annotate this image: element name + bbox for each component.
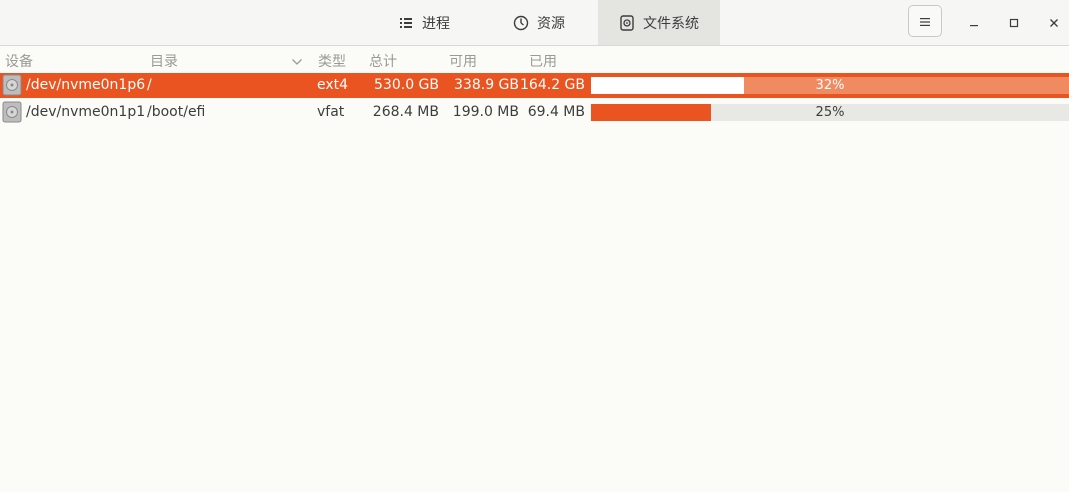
column-header-row: 设备 目录 类型 总计 可用 已用 [0,47,1069,71]
column-header-available[interactable]: 可用 [449,51,477,71]
total-cell: 530.0 GB [374,77,439,93]
tab-processes-label: 进程 [422,15,450,32]
tab-processes[interactable]: 进程 [372,0,476,45]
column-header-type[interactable]: 类型 [318,51,346,71]
column-header-total[interactable]: 总计 [369,51,397,71]
hard-disk-icon [2,74,22,96]
list-icon [398,15,414,31]
usage-percent-label: 32% [815,78,845,93]
directory-cell: / [147,77,152,93]
device-cell: /dev/nvme0n1p6 [26,77,146,93]
available-cell: 338.9 GB [454,77,519,93]
available-cell: 199.0 MB [452,104,519,120]
directory-cell: /boot/efi [147,104,206,120]
usage-bar: 25% [591,104,1069,121]
close-icon [1049,13,1059,32]
type-cell: vfat [317,104,345,120]
device-cell: /dev/nvme0n1p1 [26,104,146,120]
maximize-icon [1009,13,1019,32]
usage-bar: 32% [591,77,1069,94]
close-button[interactable] [1040,8,1068,36]
tab-resources[interactable]: 资源 [492,0,586,45]
used-cell: 69.4 MB [527,104,585,120]
usage-percent-label: 25% [815,105,845,120]
minimize-button[interactable] [960,8,988,36]
column-header-device[interactable]: 设备 [5,51,33,71]
table-row[interactable]: /dev/nvme0n1p1 /boot/efi vfat 268.4 MB 1… [0,100,1069,125]
table-row[interactable]: /dev/nvme0n1p6 / ext4 530.0 GB 338.9 GB … [0,73,1069,98]
column-header-used[interactable]: 已用 [529,51,557,71]
maximize-button[interactable] [1000,8,1028,36]
header-bar: 进程 资源 文件系统 [0,0,1069,46]
used-cell: 164.2 GB [520,77,585,93]
tab-resources-label: 资源 [537,15,565,32]
hard-disk-icon [2,101,22,123]
gauge-icon [513,15,529,31]
sort-descending-icon [291,54,303,70]
tab-filesystems[interactable]: 文件系统 [598,0,720,45]
total-cell: 268.4 MB [372,104,439,120]
disk-icon [619,14,635,31]
tab-filesystems-label: 文件系统 [643,15,699,32]
type-cell: ext4 [317,77,349,93]
column-header-directory[interactable]: 目录 [150,51,178,71]
minimize-icon [969,13,979,32]
main-menu-button[interactable] [908,5,942,37]
hamburger-menu-icon [919,12,931,31]
